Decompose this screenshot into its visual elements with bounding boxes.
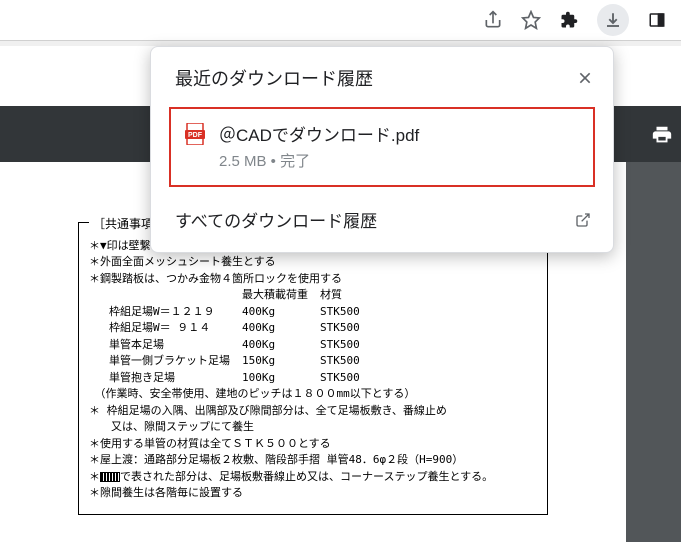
doc-line: ＊で表された部分は、足場板敷番線止め又は、コーナーステップ養生とする。: [89, 469, 537, 486]
print-icon[interactable]: [651, 124, 673, 146]
popup-title: 最近のダウンロード履歴: [175, 65, 373, 91]
pdf-page: ［共通事項］ ＊▼印は壁繋ぎ位置を示す ＊外面全面メッシュシート養生とする ＊鋼…: [78, 222, 548, 542]
downloads-button[interactable]: [597, 4, 629, 36]
close-icon[interactable]: [577, 70, 593, 86]
download-meta: 2.5 MB • 完了: [219, 150, 419, 171]
browser-toolbar: [0, 0, 681, 40]
doc-table: 最大積載荷重材質 枠組足場W＝１２１９400KgSTK500 枠組足場W＝ ９１…: [109, 287, 372, 386]
side-panel-icon[interactable]: [647, 10, 667, 30]
svg-text:PDF: PDF: [188, 132, 203, 139]
hatch-marker: [100, 472, 120, 482]
share-icon[interactable]: [483, 10, 503, 30]
download-item[interactable]: PDF ＠CADでダウンロード.pdf 2.5 MB • 完了: [169, 107, 595, 187]
doc-line: ＊隙間養生は各階毎に設置する: [89, 485, 537, 502]
popup-footer[interactable]: すべてのダウンロード履歴: [151, 197, 613, 244]
external-link-icon: [575, 212, 591, 228]
doc-line: ＊使用する単管の材質は全てＳＴＫ５００とする: [89, 436, 537, 453]
puzzle-icon[interactable]: [559, 10, 579, 30]
doc-line: ＊外面全面メッシュシート養生とする: [89, 254, 537, 271]
doc-line: ＊鋼製踏板は、つかみ金物４箇所ロックを使用する: [89, 271, 537, 288]
doc-line: 又は、隙間ステップにて養生: [89, 419, 537, 436]
star-icon[interactable]: [521, 10, 541, 30]
downloads-popup: 最近のダウンロード履歴 PDF ＠CADでダウンロード.pdf 2.5 MB •…: [150, 46, 614, 253]
doc-frame: ［共通事項］ ＊▼印は壁繋ぎ位置を示す ＊外面全面メッシュシート養生とする ＊鋼…: [78, 222, 548, 515]
doc-line: ＊屋上渡：通路部分足場板２枚敷、階段部手摺 単管48．6φ２段（H=900）: [89, 452, 537, 469]
doc-line: （作業時、安全帯使用、建地のピッチは１８００mm以下とする）: [89, 386, 537, 403]
pdf-sidebar-right: [626, 162, 681, 542]
doc-line: ＊ 枠組足場の入隅、出隅部及び隙間部分は、全て足場板敷き、番線止め: [89, 403, 537, 420]
download-filename: ＠CADでダウンロード.pdf: [219, 121, 419, 146]
all-downloads-link[interactable]: すべてのダウンロード履歴: [175, 207, 377, 232]
pdf-file-icon: PDF: [185, 123, 205, 145]
